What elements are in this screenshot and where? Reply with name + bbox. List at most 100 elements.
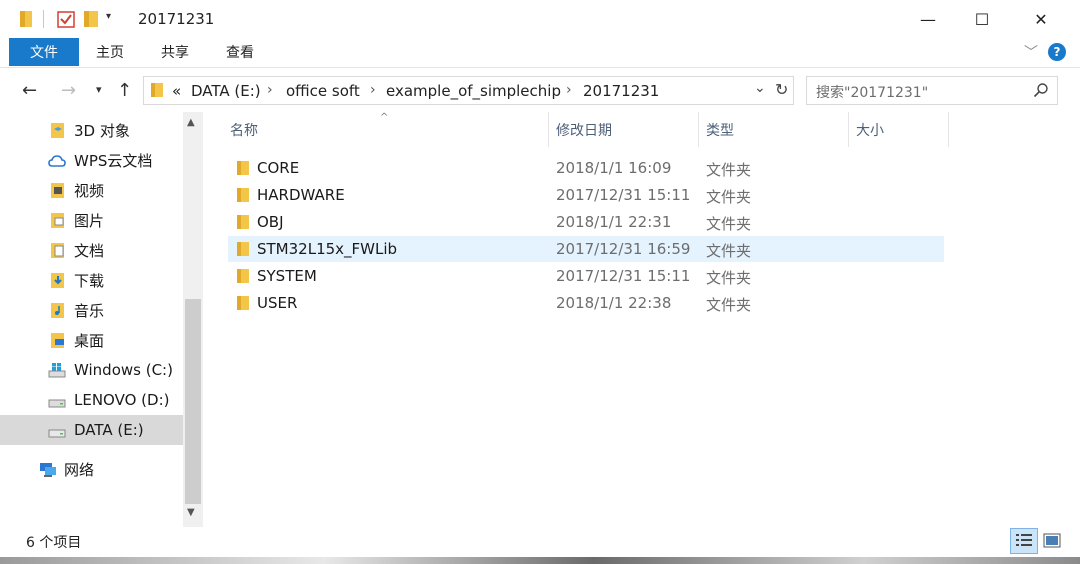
table-row[interactable]: CORE 2018/1/1 16:09 文件夹 xyxy=(228,155,944,181)
help-icon[interactable]: ? xyxy=(1048,43,1066,61)
sidebar-item-label: 文档 xyxy=(74,241,105,260)
scroll-down-icon[interactable]: ▼ xyxy=(187,507,195,518)
folder-icon[interactable] xyxy=(19,10,33,28)
desktop-folder-icon xyxy=(51,333,64,348)
window-title: 20171231 xyxy=(138,10,215,28)
large-icons-view-icon[interactable] xyxy=(1041,530,1063,552)
search-icon[interactable] xyxy=(1033,82,1049,98)
search-input[interactable]: 搜索"20171231" xyxy=(816,82,928,102)
file-type: 文件夹 xyxy=(706,242,752,260)
recent-locations-icon[interactable]: ▾ xyxy=(96,83,102,96)
file-date: 2018/1/1 22:31 xyxy=(556,213,672,231)
breadcrumb-separator[interactable]: › xyxy=(566,82,572,98)
table-row[interactable]: USER 2018/1/1 22:38 文件夹 xyxy=(228,290,944,316)
network-icon xyxy=(40,463,56,477)
sidebar-item-videos[interactable]: 视频 xyxy=(0,175,183,205)
sidebar-item-label: 下载 xyxy=(74,271,105,290)
maximize-button[interactable]: ☐ xyxy=(956,0,1008,38)
windows-drive-icon xyxy=(48,363,66,378)
column-divider[interactable] xyxy=(548,112,549,147)
breadcrumb-example[interactable]: example_of_simplechip xyxy=(386,82,561,100)
file-name: OBJ xyxy=(257,213,284,231)
file-date: 2018/1/1 22:38 xyxy=(556,294,672,312)
sidebar-item-label: 图片 xyxy=(74,211,105,230)
sidebar-item-3d-objects[interactable]: 3D 对象 xyxy=(0,115,183,145)
file-date: 2017/12/31 16:59 xyxy=(556,240,691,258)
file-date: 2017/12/31 15:11 xyxy=(556,186,691,204)
file-name: HARDWARE xyxy=(257,186,345,204)
file-type: 文件夹 xyxy=(706,188,752,206)
sidebar-item-documents[interactable]: 文档 xyxy=(0,235,183,265)
column-divider[interactable] xyxy=(698,112,699,147)
drive-icon xyxy=(48,429,66,438)
cloud-icon xyxy=(48,155,66,167)
sidebar-item-lenovo-d[interactable]: LENOVO (D:) xyxy=(0,385,183,415)
downloads-folder-icon xyxy=(51,273,64,288)
sidebar-item-music[interactable]: 音乐 xyxy=(0,295,183,325)
tab-file[interactable]: 文件 xyxy=(9,38,79,66)
file-type: 文件夹 xyxy=(706,161,752,179)
sidebar-item-network[interactable]: 网络 xyxy=(0,454,183,484)
expand-ribbon-icon[interactable]: ﹀ xyxy=(1024,42,1038,62)
forward-arrow-icon[interactable]: → xyxy=(61,80,76,101)
file-name: CORE xyxy=(257,159,300,177)
sidebar-item-label: WPS云文档 xyxy=(74,151,153,170)
details-view-button[interactable] xyxy=(1010,528,1038,554)
refresh-icon[interactable]: ↻ xyxy=(775,80,788,99)
address-bar[interactable]: « DATA (E:) › office soft › example_of_s… xyxy=(143,76,794,105)
sidebar-item-windows-c[interactable]: Windows (C:) xyxy=(0,355,183,385)
folder-icon xyxy=(151,83,163,97)
table-row[interactable]: HARDWARE 2017/12/31 15:11 文件夹 xyxy=(228,182,944,208)
new-folder-icon[interactable] xyxy=(83,10,99,28)
column-header-name[interactable]: 名称 xyxy=(230,112,258,147)
close-button[interactable]: ✕ xyxy=(1015,0,1067,38)
folder-icon xyxy=(237,296,249,310)
sidebar-item-label: 网络 xyxy=(64,460,95,479)
breadcrumb-separator[interactable]: › xyxy=(267,82,273,98)
column-divider[interactable] xyxy=(948,112,949,147)
column-header-type[interactable]: 类型 xyxy=(706,112,734,147)
column-header-size[interactable]: 大小 xyxy=(856,112,884,147)
file-name: SYSTEM xyxy=(257,267,317,285)
scrollbar-thumb[interactable] xyxy=(185,299,201,504)
folder-icon xyxy=(237,215,249,229)
tab-share[interactable]: 共享 xyxy=(161,38,189,66)
up-arrow-icon[interactable]: ↑ xyxy=(117,80,132,101)
sidebar-item-data-e[interactable]: DATA (E:) xyxy=(0,415,183,445)
back-arrow-icon[interactable]: ← xyxy=(22,80,37,101)
status-bar: 6 个项目 xyxy=(0,527,1080,557)
file-type: 文件夹 xyxy=(706,296,752,314)
column-header-date[interactable]: 修改日期 xyxy=(556,112,612,147)
sidebar-item-desktop[interactable]: 桌面 xyxy=(0,325,183,355)
desktop-background xyxy=(0,557,1080,564)
breadcrumb-separator[interactable]: › xyxy=(370,82,376,98)
breadcrumb-current[interactable]: 20171231 xyxy=(583,82,659,100)
customize-quick-access-icon[interactable]: ▾ xyxy=(106,11,118,29)
breadcrumb-overflow[interactable]: « xyxy=(172,82,181,100)
sidebar-item-downloads[interactable]: 下载 xyxy=(0,265,183,295)
table-row[interactable]: SYSTEM 2017/12/31 15:11 文件夹 xyxy=(228,263,944,289)
sidebar-item-label: Windows (C:) xyxy=(74,361,173,379)
navigation-pane: 3D 对象 WPS云文档 视频 图片 文档 下载 音乐 桌面 Windows (… xyxy=(0,112,205,527)
navigation-bar: ← → ▾ ↑ « DATA (E:) › office soft › exam… xyxy=(0,70,1080,112)
table-row[interactable]: STM32L15x_FWLib 2017/12/31 16:59 文件夹 xyxy=(228,236,944,262)
scroll-up-icon[interactable]: ▲ xyxy=(187,117,195,128)
breadcrumb-drive[interactable]: DATA (E:) xyxy=(191,82,261,100)
folder-icon xyxy=(237,188,249,202)
file-date: 2018/1/1 16:09 xyxy=(556,159,672,177)
table-row[interactable]: OBJ 2018/1/1 22:31 文件夹 xyxy=(228,209,944,235)
column-divider[interactable] xyxy=(848,112,849,147)
folder-icon xyxy=(237,269,249,283)
tab-view[interactable]: 查看 xyxy=(226,38,254,66)
address-history-icon[interactable]: ⌄ xyxy=(754,80,766,96)
folder-icon xyxy=(237,242,249,256)
sidebar-item-wps-cloud[interactable]: WPS云文档 xyxy=(0,145,183,175)
3d-objects-icon xyxy=(51,123,64,138)
breadcrumb-office-soft[interactable]: office soft xyxy=(286,82,360,100)
properties-icon[interactable] xyxy=(57,10,75,28)
minimize-button[interactable]: — xyxy=(902,0,954,38)
sidebar-scrollbar[interactable]: ▲ ▼ xyxy=(183,112,203,527)
tab-home[interactable]: 主页 xyxy=(96,38,124,66)
search-box[interactable]: 搜索"20171231" xyxy=(806,76,1058,105)
sidebar-item-pictures[interactable]: 图片 xyxy=(0,205,183,235)
